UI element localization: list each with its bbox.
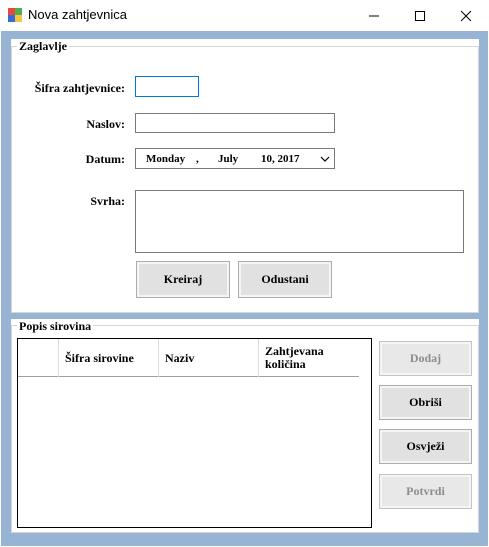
osvjezi-button[interactable]: Osvježi <box>379 429 472 464</box>
app-icon <box>8 8 22 22</box>
title-bar: Nova zahtjevnica <box>0 0 489 31</box>
dodaj-button[interactable]: Dodaj <box>379 341 472 376</box>
column-header-zahtjevana-kolicina[interactable]: Zahtjevana količina <box>259 339 359 377</box>
row-header-corner <box>18 339 59 377</box>
datum-picker[interactable]: Monday , July 10, 2017 <box>135 148 335 169</box>
maximize-icon <box>415 10 425 21</box>
chevron-down-icon[interactable] <box>320 155 330 163</box>
window-client-area: Zaglavlje Šifra zahtjevnice: Naslov: Dat… <box>1 31 488 546</box>
naslov-input[interactable] <box>135 113 335 133</box>
svrha-textarea[interactable] <box>135 190 464 253</box>
datum-label: Datum: <box>85 152 125 166</box>
naslov-label: Naslov: <box>86 117 125 131</box>
kreiraj-button[interactable]: Kreiraj <box>136 261 230 298</box>
potvrdi-button[interactable]: Potvrdi <box>379 474 472 509</box>
materials-datagrid[interactable]: Šifra sirovine Naziv Zahtjevana količina <box>17 338 372 528</box>
date-separator: , <box>196 153 199 165</box>
header-group-title: Zaglavlje <box>17 39 69 54</box>
close-button[interactable] <box>443 0 489 31</box>
minimize-icon <box>369 15 379 16</box>
header-panel: Zaglavlje Šifra zahtjevnice: Naslov: Dat… <box>11 39 479 313</box>
sifra-zahtjevnice-label: Šifra zahtjevnice: <box>34 81 125 95</box>
minimize-button[interactable] <box>351 0 397 31</box>
column-header-sifra-sirovine[interactable]: Šifra sirovine <box>59 339 159 377</box>
maximize-button[interactable] <box>397 0 443 31</box>
materials-panel: Popis sirovina Šifra sirovine Naziv Zaht… <box>11 319 479 533</box>
window-title: Nova zahtjevnica <box>28 7 127 22</box>
date-month: July <box>218 153 239 165</box>
grid-header-row: Šifra sirovine Naziv Zahtjevana količina <box>18 339 359 377</box>
close-icon <box>460 10 472 21</box>
svrha-label: Svrha: <box>90 194 125 208</box>
obrisi-button[interactable]: Obriši <box>379 385 472 420</box>
column-header-naziv[interactable]: Naziv <box>159 339 259 377</box>
date-weekday: Monday <box>146 153 186 165</box>
sifra-zahtjevnice-input[interactable] <box>135 76 199 97</box>
odustani-button[interactable]: Odustani <box>238 261 332 298</box>
materials-group-title: Popis sirovina <box>17 319 94 334</box>
date-day-year: 10, 2017 <box>261 153 300 165</box>
